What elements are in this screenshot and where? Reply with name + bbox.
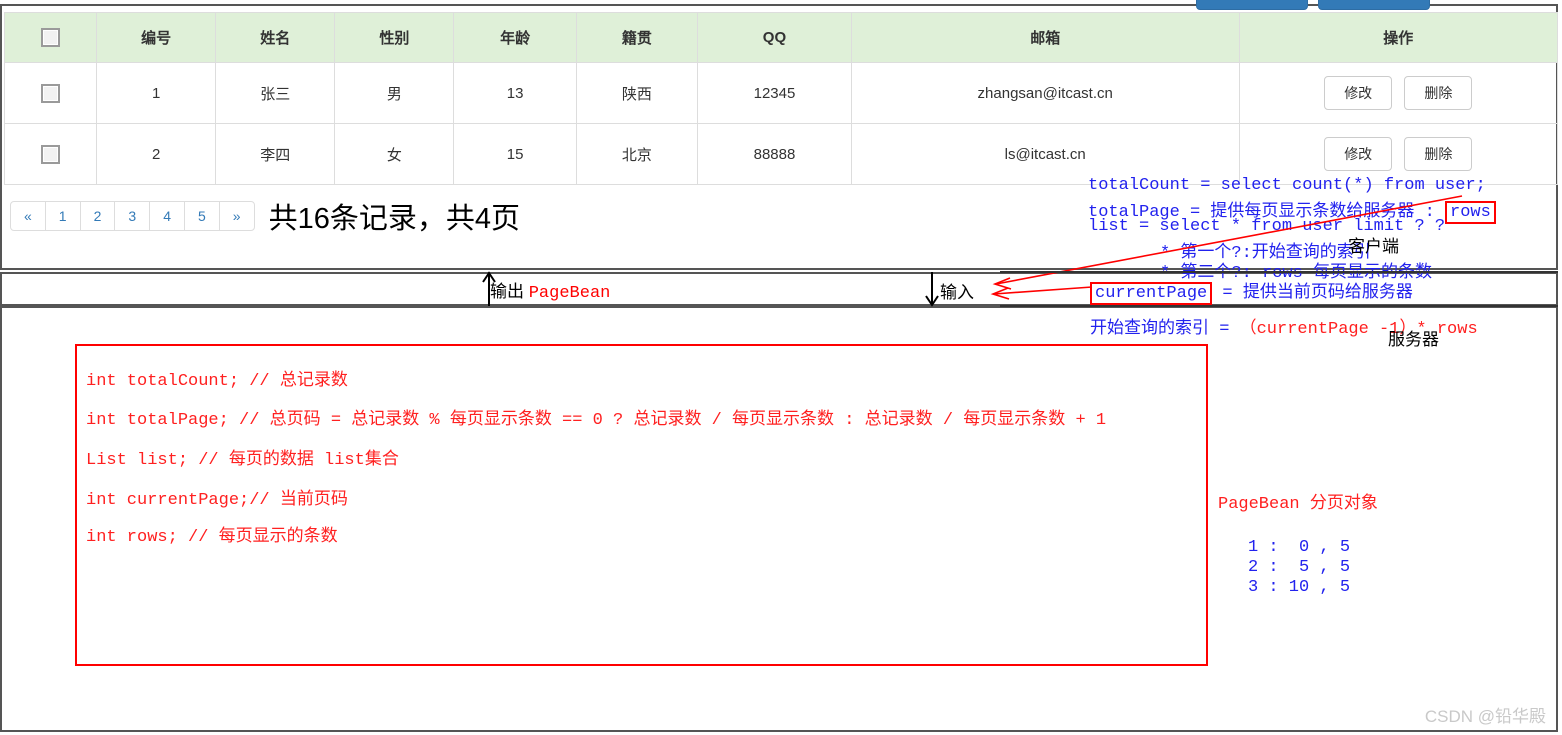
row-checkbox[interactable]	[41, 84, 60, 103]
annotation-current-page-text: = 提供当前页码给服务器	[1212, 284, 1413, 303]
column-header-qq: QQ	[698, 13, 852, 63]
column-header-id: 编号	[97, 13, 216, 63]
edit-button[interactable]: 修改	[1324, 137, 1392, 171]
watermark: CSDN @铅华殿	[1425, 702, 1546, 727]
page-3[interactable]: 3	[115, 202, 150, 230]
cell-age: 13	[454, 63, 576, 124]
record-summary: 共16条记录，共4页	[269, 195, 520, 237]
cell-gender: 女	[335, 124, 454, 185]
cell-hometown: 北京	[576, 124, 697, 185]
row-select-cell	[5, 124, 97, 185]
annotation-total-count: totalCount = select count(*) from user;	[1088, 176, 1486, 195]
client-label: 客户端	[1348, 232, 1399, 257]
user-table: 编号 姓名 性别 年龄 籍贯 QQ 邮箱 操作 1 张三 男 13 陕西 123…	[4, 12, 1558, 185]
input-label: 输入	[940, 283, 974, 302]
select-all-header	[5, 13, 97, 63]
index-formula-label: 开始查询的索引 =	[1090, 320, 1240, 339]
page-prev[interactable]: «	[11, 202, 46, 230]
cell-age: 15	[454, 124, 576, 185]
page-next[interactable]: »	[220, 202, 254, 230]
row-select-cell	[5, 63, 97, 124]
cell-email: zhangsan@itcast.cn	[851, 63, 1239, 124]
column-header-hometown: 籍贯	[576, 13, 697, 63]
row-checkbox[interactable]	[41, 145, 60, 164]
cell-id: 2	[97, 124, 216, 185]
column-header-actions: 操作	[1239, 13, 1557, 63]
index-formula-value: （currentPage -1）* rows	[1240, 320, 1478, 339]
cell-gender: 男	[335, 63, 454, 124]
cell-qq: 12345	[698, 63, 852, 124]
table-row: 1 张三 男 13 陕西 12345 zhangsan@itcast.cn 修改…	[5, 63, 1558, 124]
pagination: « 1 2 3 4 5 »	[10, 201, 255, 231]
page-5[interactable]: 5	[185, 202, 220, 230]
pagebean-sample-rows: 1 : 0 , 5 2 : 5 , 5 3 : 10 , 5	[1248, 538, 1350, 598]
table-header-row: 编号 姓名 性别 年龄 籍贯 QQ 邮箱 操作	[5, 13, 1558, 63]
cell-hometown: 陕西	[576, 63, 697, 124]
code-line-list: List list; // 每页的数据 list集合	[86, 444, 399, 470]
cell-id: 1	[97, 63, 216, 124]
column-header-gender: 性别	[335, 13, 454, 63]
cell-actions: 修改 删除	[1239, 63, 1557, 124]
code-line-total-count: int totalCount; // 总记录数	[86, 365, 348, 391]
page-2[interactable]: 2	[81, 202, 116, 230]
output-label: 输出	[490, 282, 524, 301]
current-page-highlight-box: currentPage	[1090, 282, 1212, 305]
code-line-current-page: int currentPage;// 当前页码	[86, 484, 348, 510]
column-header-email: 邮箱	[851, 13, 1239, 63]
cell-name: 张三	[216, 63, 335, 124]
page-4[interactable]: 4	[150, 202, 185, 230]
column-header-name: 姓名	[216, 13, 335, 63]
annotation-current-page: currentPage = 提供当前页码给服务器	[1090, 277, 1413, 303]
output-value: PageBean	[529, 284, 611, 303]
cell-qq: 88888	[698, 124, 852, 185]
delete-button[interactable]: 删除	[1404, 137, 1472, 171]
table-toolbar	[1196, 0, 1430, 10]
pagebean-title: PageBean 分页对象	[1218, 488, 1378, 514]
code-line-rows: int rows; // 每页显示的条数	[86, 521, 338, 547]
cell-name: 李四	[216, 124, 335, 185]
column-header-age: 年龄	[454, 13, 576, 63]
delete-button[interactable]: 删除	[1404, 76, 1472, 110]
output-annotation: 输出 PageBean	[490, 277, 610, 303]
select-all-checkbox[interactable]	[41, 28, 60, 47]
server-label: 服务器	[1388, 325, 1439, 350]
rows-highlight-box: rows	[1445, 201, 1496, 224]
page-1[interactable]: 1	[46, 202, 81, 230]
new-user-button[interactable]	[1196, 0, 1308, 10]
delete-selected-button[interactable]	[1318, 0, 1430, 10]
edit-button[interactable]: 修改	[1324, 76, 1392, 110]
code-line-total-page: int totalPage; // 总页码 = 总记录数 % 每页显示条数 ==…	[86, 404, 1106, 430]
pagination-row: « 1 2 3 4 5 » 共16条记录，共4页	[10, 195, 520, 237]
input-annotation: 输入	[940, 278, 974, 303]
